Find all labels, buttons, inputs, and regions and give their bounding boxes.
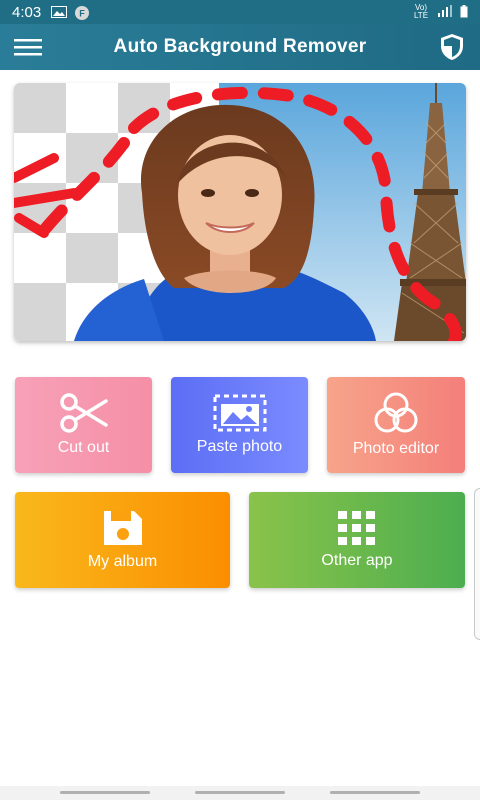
app-title: Auto Background Remover	[113, 36, 367, 57]
floppy-disk-icon	[103, 511, 142, 545]
battery-icon	[460, 4, 468, 20]
edge-panel-handle[interactable]	[474, 488, 480, 640]
status-time: 4:03	[12, 3, 42, 21]
home-button[interactable]	[195, 791, 285, 794]
paste-photo-button[interactable]: Paste photo	[171, 377, 308, 473]
svg-text:F: F	[79, 9, 85, 19]
hero-banner-image	[14, 83, 466, 341]
privacy-button[interactable]	[424, 24, 480, 70]
scissors-icon	[59, 393, 108, 433]
hamburger-menu-icon	[14, 39, 42, 56]
paste-image-icon	[213, 394, 266, 432]
cut-out-label: Cut out	[57, 439, 110, 456]
menu-button[interactable]	[0, 24, 56, 70]
photo-editor-button[interactable]: Photo editor	[327, 377, 465, 473]
gallery-notification-icon	[51, 6, 68, 18]
signal-icon	[438, 5, 452, 19]
app-notification-icon: F	[75, 6, 91, 20]
cut-out-button[interactable]: Cut out	[15, 377, 152, 473]
app-bar: Auto Background Remover	[0, 24, 480, 70]
other-app-button[interactable]: Other app	[249, 492, 465, 588]
back-button[interactable]	[330, 791, 420, 794]
my-album-button[interactable]: My album	[15, 492, 230, 588]
network-type-label: Vo) LTE	[413, 3, 429, 20]
paste-photo-label: Paste photo	[196, 438, 283, 455]
other-app-label: Other app	[321, 552, 393, 569]
status-bar: 4:03 F Vo) LTE	[0, 0, 480, 24]
photo-editor-label: Photo editor	[352, 440, 440, 457]
recent-apps-button[interactable]	[60, 791, 150, 794]
color-filter-icon	[374, 392, 418, 433]
system-nav-bar	[0, 786, 480, 800]
shield-icon	[441, 34, 463, 60]
my-album-label: My album	[87, 553, 158, 570]
grid-apps-icon	[338, 511, 375, 545]
